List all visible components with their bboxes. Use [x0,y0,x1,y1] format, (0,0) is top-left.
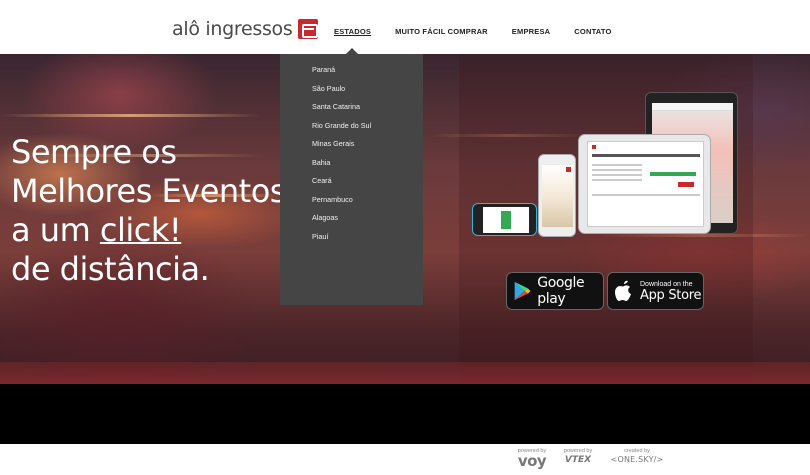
app-store-text: Download on the App Store [640,280,702,303]
dropdown-item-sao-paulo[interactable]: São Paulo [280,84,423,103]
mini-line [592,164,642,166]
credit-vtex-label: powered by [563,448,593,454]
phone-portrait [538,154,576,237]
mini-green-bar [501,211,511,229]
site-logo[interactable]: alô ingressos [172,18,319,40]
logo-ticket-icon [298,19,319,39]
apple-icon [615,280,631,301]
black-band [0,384,810,444]
devices-mockup [470,92,740,242]
nav-contato[interactable]: CONTATO [574,27,611,36]
estados-list: Paraná São Paulo Santa Catarina Rio Gran… [280,54,423,250]
tablet-white-screen [587,141,704,227]
dropdown-item-pernambuco[interactable]: Pernambuco [280,195,423,214]
credit-onesky[interactable]: created by <ONE.SKY/> [606,448,668,464]
headline-click-link[interactable]: click! [100,211,182,249]
site-header: alô ingressos ESTADOS MUITO FÁCIL COMPRA… [0,0,810,54]
site-footer [0,444,810,475]
mini-line [592,179,642,181]
credit-vtex-brand: VTEX [564,455,592,465]
mini-line [592,194,700,196]
dropdown-item-ceara[interactable]: Ceará [280,176,423,195]
mini-line [592,169,642,171]
headline-prefix: a um [11,211,100,249]
light-streak [0,114,260,117]
headline-line-2: Melhores Eventos [11,172,286,210]
dropdown-item-bahia[interactable]: Bahia [280,158,423,177]
dropdown-item-rio-grande-do-sul[interactable]: Rio Grande do Sul [280,121,423,140]
headline-line-1: Sempre os [11,133,177,171]
hero-bottom-strip [0,362,810,384]
dropdown-item-alagoas[interactable]: Alagoas [280,213,423,232]
hero-headline: Sempre os Melhores Eventos a um click! d… [11,133,286,289]
dropdown-item-santa-catarina[interactable]: Santa Catarina [280,102,423,121]
nav-estados[interactable]: ESTADOS [334,27,371,36]
nav-muito-facil-comprar[interactable]: MUITO FÁCIL COMPRAR [395,27,488,36]
dropdown-item-piaui[interactable]: Piauí [280,232,423,251]
phone-landscape [472,203,537,236]
tablet-white [578,134,711,234]
app-store-big-label: App Store [640,287,702,303]
logo-text: alô ingressos [172,18,293,40]
dropdown-item-parana[interactable]: Paraná [280,65,423,84]
app-store-button[interactable]: Download on the App Store [607,272,704,310]
mini-logo [566,167,571,172]
google-play-label: Google play [537,275,585,307]
credit-voy[interactable]: powered by voy [514,448,550,469]
credit-onesky-label: created by [624,448,650,454]
mini-red-btn [678,182,694,187]
google-play-button[interactable]: Google play [506,272,604,310]
credit-onesky-brand: <ONE.SKY/> [610,455,664,464]
mini-logo [592,145,596,149]
phone-portrait-screen [542,165,573,227]
mini-bar [592,154,700,157]
app-store-small-label: Download on the [640,280,693,288]
mini-line [592,174,642,176]
main-nav: ESTADOS MUITO FÁCIL COMPRAR EMPRESA CONT… [334,27,636,36]
phone-landscape-screen [483,207,529,233]
headline-line-4: de distância. [11,250,210,288]
credit-voy-brand: voy [517,452,547,470]
headline-line-3: a um click! [11,211,286,250]
google-play-icon [514,281,531,301]
estados-dropdown: Paraná São Paulo Santa Catarina Rio Gran… [280,54,423,305]
mini-green-bar [650,172,696,176]
dropdown-item-minas-gerais[interactable]: Minas Gerais [280,139,423,158]
credit-vtex[interactable]: powered by VTEX [556,448,600,465]
nav-empresa[interactable]: EMPRESA [512,27,551,36]
mini-header [652,103,733,111]
